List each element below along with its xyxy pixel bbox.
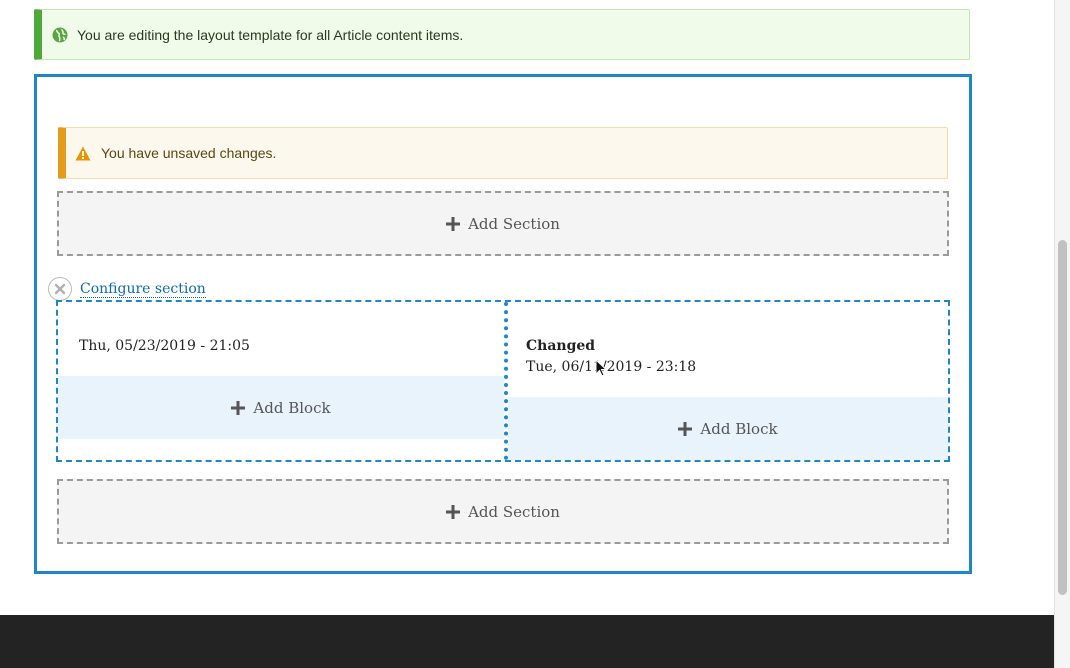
add-block-label: Add Block	[253, 398, 331, 417]
region-second: Changed Tue, 06/11/2019 - 23:18 Add Bloc…	[504, 302, 948, 460]
changed-field-label: Changed	[526, 338, 596, 354]
add-section-label: Add Section	[468, 502, 560, 521]
warning-message: You have unsaved changes.	[58, 127, 948, 179]
scrollbar-thumb[interactable]	[1058, 240, 1067, 595]
plus-icon	[446, 216, 461, 231]
changed-date-value: Tue, 06/11/2019 - 23:18	[526, 359, 697, 375]
plus-icon	[678, 421, 693, 436]
changed-date-block[interactable]: Changed Tue, 06/11/2019 - 23:18	[526, 336, 696, 378]
add-section-button-bottom[interactable]: Add Section	[57, 479, 949, 544]
remove-section-button[interactable]	[48, 277, 72, 301]
configure-section-row: Configure section	[48, 277, 206, 301]
status-message: You are editing the layout template for …	[34, 9, 970, 60]
warning-message-text: You have unsaved changes.	[101, 145, 277, 161]
layout-section: Thu, 05/23/2019 - 21:05 Add Block Change…	[56, 300, 950, 462]
add-block-button-first[interactable]: Add Block	[58, 376, 504, 439]
add-section-button-top[interactable]: Add Section	[57, 191, 949, 256]
close-icon	[54, 283, 66, 295]
mouse-cursor-icon	[595, 358, 608, 382]
page-footer	[0, 615, 1054, 668]
status-message-text: You are editing the layout template for …	[77, 26, 464, 43]
add-block-label: Add Block	[700, 419, 778, 438]
plus-icon	[231, 400, 246, 415]
warning-icon	[75, 146, 91, 161]
plus-icon	[446, 504, 461, 519]
globe-icon	[52, 27, 68, 43]
add-block-button-second[interactable]: Add Block	[508, 397, 948, 460]
region-first: Thu, 05/23/2019 - 21:05 Add Block	[58, 302, 504, 460]
created-date-value: Thu, 05/23/2019 - 21:05	[79, 338, 250, 354]
add-section-label: Add Section	[468, 214, 560, 233]
created-date-block[interactable]: Thu, 05/23/2019 - 21:05	[79, 338, 250, 354]
configure-section-link[interactable]: Configure section	[80, 281, 206, 298]
